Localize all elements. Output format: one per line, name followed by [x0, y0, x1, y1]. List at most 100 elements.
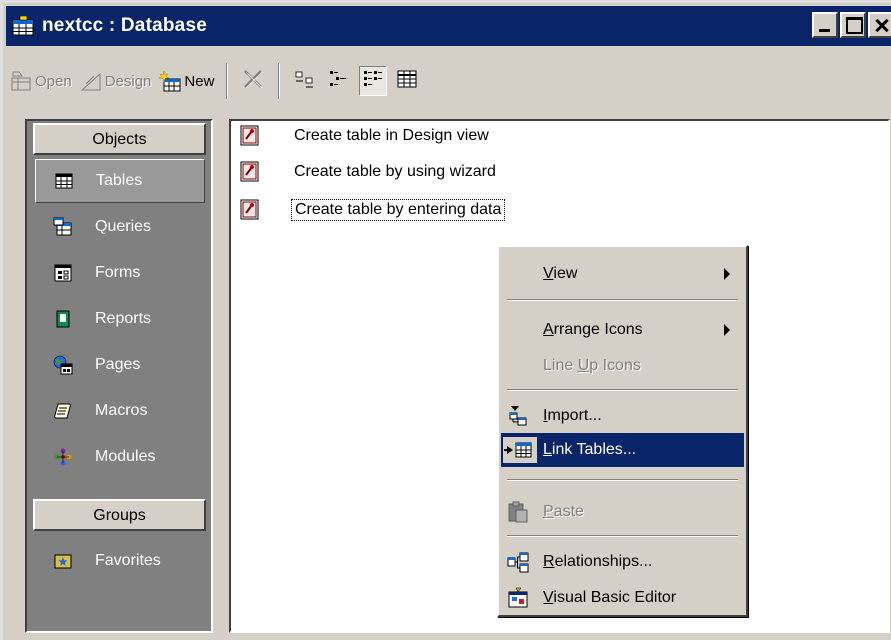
- submenu-arrow-icon: [724, 268, 730, 280]
- shortcut-wand-icon: [239, 198, 261, 222]
- design-label: Design: [104, 72, 152, 90]
- nav-item-label: Tables: [96, 172, 143, 189]
- details-view-button[interactable]: [393, 66, 421, 96]
- objects-bar: Objects Tables Queries Forms Reports Pag…: [25, 119, 213, 633]
- macro-icon: [53, 401, 73, 421]
- nav-item-label: Forms: [95, 264, 141, 281]
- nav-item-label: Queries: [95, 218, 152, 235]
- design-ruler-icon: [80, 70, 102, 92]
- import-icon: [507, 405, 529, 427]
- nav-item-label: Pages: [95, 356, 141, 373]
- toolbar-separator: [226, 63, 229, 99]
- small-icons-icon: [328, 68, 350, 95]
- menu-item-label: aste: [553, 503, 584, 520]
- nav-item-label: Macros: [95, 402, 148, 419]
- groups-header-button[interactable]: Groups: [33, 499, 206, 531]
- objects-header-button[interactable]: Objects: [33, 123, 206, 155]
- nav-item-tables[interactable]: Tables: [35, 159, 205, 203]
- list-item-label: Create table by entering data: [291, 199, 506, 221]
- minimize-button[interactable]: [812, 12, 838, 38]
- nav-item-modules[interactable]: Modules: [35, 435, 205, 479]
- menu-item-link-tables[interactable]: Link Tables...: [501, 433, 744, 467]
- new-table-icon: [159, 70, 181, 92]
- accelerator-key: V: [543, 265, 554, 282]
- maximize-button[interactable]: [840, 12, 866, 38]
- menu-separator: [507, 389, 738, 391]
- nav-item-forms[interactable]: Forms: [35, 251, 205, 295]
- favorites-folder-icon: [53, 551, 73, 571]
- details-view-icon: [396, 68, 418, 95]
- design-button[interactable]: Design: [76, 63, 156, 99]
- menu-item-label: elationships...: [554, 553, 653, 570]
- list-view-icon: [362, 68, 384, 95]
- close-button[interactable]: [868, 12, 891, 38]
- list-item[interactable]: Create table in Design view: [239, 121, 492, 151]
- table-icon: [54, 171, 74, 191]
- menu-item-label: rrange Icons: [553, 321, 643, 338]
- menu-item-label: Line: [543, 357, 578, 374]
- large-icons-button[interactable]: [291, 66, 319, 96]
- menu-item-import[interactable]: Import...: [501, 399, 744, 433]
- module-icon: [53, 447, 73, 467]
- list-item-label: Create table by using wizard: [294, 163, 496, 180]
- shortcut-wand-icon: [239, 124, 261, 148]
- query-icon: [53, 217, 73, 237]
- delete-x-icon: [242, 68, 264, 95]
- accelerator-key: V: [543, 589, 554, 606]
- context-menu: View Arrange Icons Line Up Icons Import.…: [497, 245, 748, 617]
- menu-item-view[interactable]: View: [501, 257, 744, 291]
- link-tables-icon: [503, 437, 537, 463]
- list-view-button[interactable]: [359, 66, 388, 96]
- menu-separator: [507, 299, 738, 301]
- menu-item-visual-basic-editor[interactable]: Visual Basic Editor: [501, 581, 744, 615]
- menu-item-label: ink Tables...: [551, 441, 637, 458]
- menu-item-label: iew: [553, 265, 578, 282]
- nav-item-label: Favorites: [95, 552, 161, 569]
- database-window: nextcc : Database Open Design New Object…: [0, 0, 891, 640]
- title-bar[interactable]: nextcc : Database: [6, 6, 891, 46]
- toolbar-separator: [278, 63, 281, 99]
- nav-item-reports[interactable]: Reports: [35, 297, 205, 341]
- new-button[interactable]: New: [155, 63, 218, 99]
- database-icon: [12, 15, 34, 36]
- open-button[interactable]: Open: [6, 63, 76, 99]
- nav-item-queries[interactable]: Queries: [35, 205, 205, 249]
- visual-basic-editor-icon: [507, 587, 529, 609]
- submenu-arrow-icon: [724, 324, 730, 336]
- list-item-label: Create table in Design view: [294, 127, 489, 144]
- relationships-icon: [507, 551, 529, 573]
- form-icon: [53, 263, 73, 283]
- new-label: New: [184, 72, 215, 90]
- menu-item-paste[interactable]: Paste: [501, 495, 744, 529]
- paste-clipboard-icon: [507, 501, 529, 523]
- accelerator-key: L: [543, 441, 552, 458]
- nav-item-pages[interactable]: Pages: [35, 343, 205, 387]
- menu-item-label: mport...: [547, 407, 602, 424]
- list-item[interactable]: Create table by entering data: [239, 195, 506, 225]
- nav-item-macros[interactable]: Macros: [35, 389, 205, 433]
- list-item[interactable]: Create table by using wizard: [239, 157, 499, 187]
- database-toolbar: Open Design New: [6, 53, 891, 109]
- delete-button[interactable]: [239, 66, 267, 96]
- nav-item-favorites[interactable]: Favorites: [35, 539, 205, 583]
- accelerator-key: R: [543, 553, 555, 570]
- menu-item-label: isual Basic Editor: [553, 589, 677, 606]
- nav-item-label: Modules: [95, 448, 156, 465]
- accelerator-key: P: [543, 503, 554, 520]
- nav-item-label: Reports: [95, 310, 152, 327]
- report-icon: [53, 309, 73, 329]
- menu-item-label: p Icons: [589, 357, 641, 374]
- page-icon: [53, 355, 73, 375]
- large-icons-icon: [294, 68, 316, 95]
- small-icons-button[interactable]: [325, 66, 353, 96]
- open-object-icon: [10, 70, 32, 92]
- menu-separator: [507, 535, 738, 537]
- open-label: Open: [35, 72, 72, 90]
- accelerator-key: U: [577, 357, 590, 374]
- shortcut-wand-icon: [239, 160, 261, 184]
- menu-item-arrange-icons[interactable]: Arrange Icons: [501, 313, 744, 347]
- menu-separator: [507, 479, 738, 481]
- menu-item-line-up-icons[interactable]: Line Up Icons: [501, 349, 744, 383]
- menu-item-relationships[interactable]: Relationships...: [501, 545, 744, 579]
- accelerator-key: A: [543, 321, 554, 338]
